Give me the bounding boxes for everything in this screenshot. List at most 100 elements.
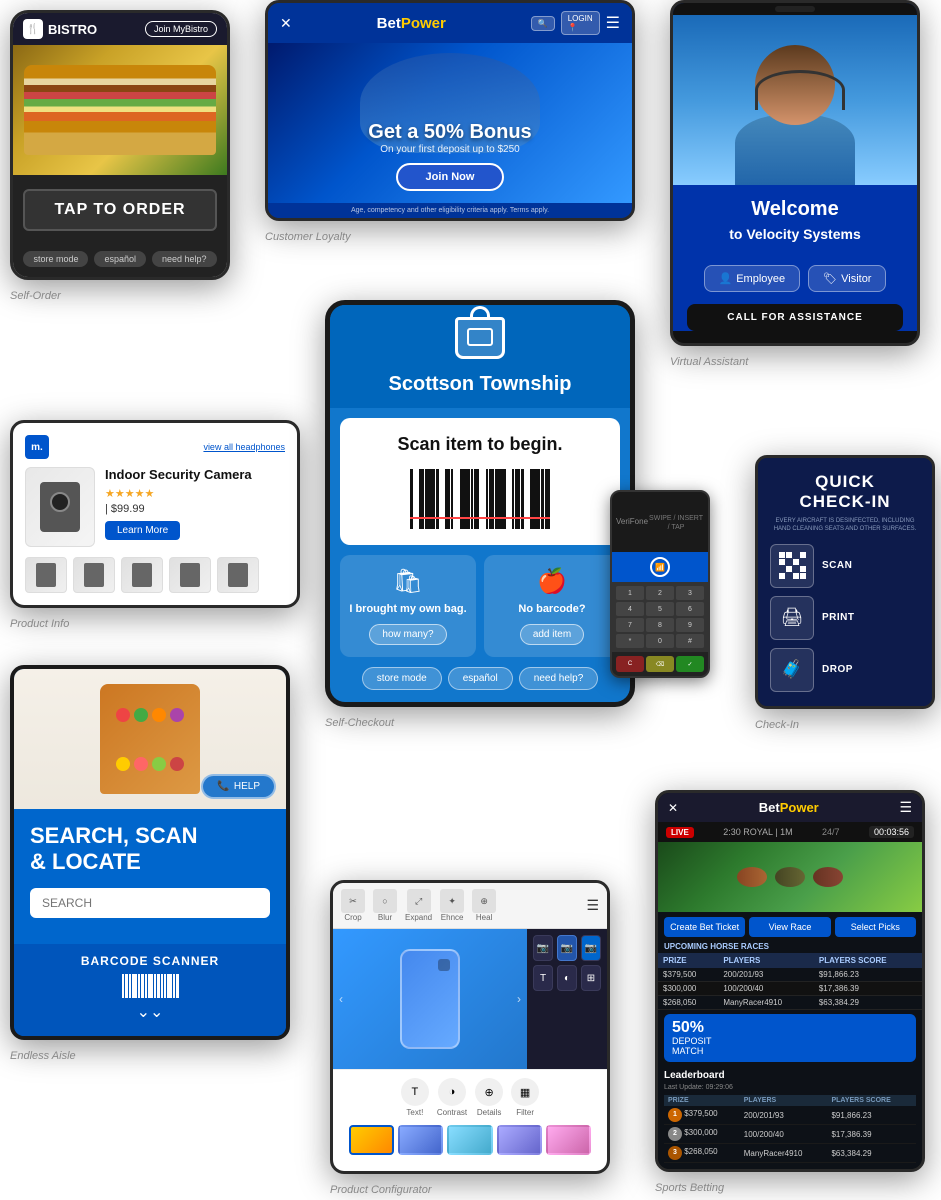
config-samples: [341, 1125, 599, 1163]
selforder-label: Self-Order: [10, 290, 61, 302]
thumbnail-3[interactable]: [121, 557, 163, 593]
prev-arrow[interactable]: ‹: [339, 992, 343, 1006]
employee-button[interactable]: 👤 Employee: [704, 265, 801, 292]
key-3[interactable]: 3: [676, 586, 704, 600]
sports-menu-icon[interactable]: ☰: [899, 799, 912, 816]
create-bet-button[interactable]: Create Bet Ticket: [664, 917, 745, 937]
sample-3[interactable]: [447, 1125, 492, 1155]
person-body: [735, 115, 855, 185]
menu-icon[interactable]: ☰: [606, 13, 620, 33]
clear-key[interactable]: ⌫: [646, 656, 674, 672]
betpower-hero: Get a 50% Bonus On your first deposit up…: [268, 43, 632, 203]
product-screen: m. view all headphones Indoor Security C…: [13, 423, 297, 605]
thumbnail-2[interactable]: [73, 557, 115, 593]
device-assistant: Welcome to Velocity Systems 👤 Employee 🏷…: [670, 0, 920, 346]
key-star[interactable]: *: [616, 634, 644, 648]
key-2[interactable]: 2: [646, 586, 674, 600]
sample-2[interactable]: [398, 1125, 443, 1155]
next-arrow[interactable]: ›: [517, 992, 521, 1006]
checkout-frame: Scottson Township Scan item to begin.: [325, 300, 635, 707]
help-button[interactable]: 📞 HELP: [201, 774, 276, 799]
sports-close-icon[interactable]: ✕: [668, 801, 678, 815]
how-many-button[interactable]: how many?: [369, 624, 446, 645]
photo-btn-3[interactable]: 📷: [581, 935, 601, 961]
need-help-button[interactable]: need help?: [152, 251, 217, 267]
thumbnail-4[interactable]: [169, 557, 211, 593]
key-8[interactable]: 8: [646, 618, 674, 632]
espanol-button[interactable]: español: [94, 251, 146, 267]
scan-icon-box[interactable]: [770, 544, 814, 588]
betpower-header: ✕ BetPower 🔍 LOGIN📍 ☰: [268, 3, 632, 43]
store-mode-button[interactable]: store mode: [23, 251, 88, 267]
key-4[interactable]: 4: [616, 602, 644, 616]
productinfo-label: Product Info: [10, 618, 69, 630]
config-screen: ✂ Crop ○ Blur ⤢ Expand ✦ Ehnce ⊕ Heal: [333, 883, 607, 1171]
expand-tool[interactable]: ⤢: [407, 889, 431, 913]
lb-score-2: $17,386.39: [827, 1125, 916, 1144]
aisle-blue-section: SEARCH, SCAN& LOCATE: [14, 809, 286, 944]
select-picks-button[interactable]: Select Picks: [835, 917, 916, 937]
cancel-key[interactable]: C: [616, 656, 644, 672]
tap-symbol: 📶: [650, 557, 670, 577]
race-info: 2:30 ROYAL | 1M: [723, 827, 792, 837]
photo-btn-2[interactable]: 📷: [557, 935, 577, 961]
thumbnail-5[interactable]: [217, 557, 259, 593]
photo-btn-4[interactable]: T: [533, 965, 553, 991]
filter-icon[interactable]: ▦: [511, 1078, 539, 1106]
photo-btn-6[interactable]: ⊞: [581, 965, 601, 991]
barcode-lines: [110, 974, 190, 998]
table-row: $379,500 200/201/93 $91,866.23: [658, 968, 922, 982]
search-input[interactable]: [30, 888, 270, 918]
key-6[interactable]: 6: [676, 602, 704, 616]
heal-tool[interactable]: ⊕: [472, 889, 496, 913]
need-help-button[interactable]: need help?: [519, 667, 599, 690]
product-stars: ★★★★★: [105, 487, 252, 500]
sample-1[interactable]: [349, 1125, 394, 1155]
leaderboard-row: 3 $268,050 ManyRacer4910 $63,384.29: [664, 1144, 916, 1163]
contrast-icon[interactable]: ◑: [438, 1078, 466, 1106]
sample-5[interactable]: [546, 1125, 591, 1155]
store-mode-button[interactable]: store mode: [362, 667, 442, 690]
leaderboard-row: 2 $300,000 100/200/40 $17,386.39: [664, 1125, 916, 1144]
device-checkout: Scottson Township Scan item to begin.: [325, 300, 635, 707]
contrast-label: Contrast: [437, 1108, 467, 1117]
view-race-button[interactable]: View Race: [749, 917, 830, 937]
learn-more-button[interactable]: Learn More: [105, 521, 180, 540]
photo-btn-5[interactable]: ◐: [557, 965, 577, 991]
tap-to-order-button[interactable]: TAP TO ORDER: [23, 189, 217, 231]
key-hash[interactable]: #: [676, 634, 704, 648]
call-assistance-button[interactable]: CALL FOR ASSISTANCE: [687, 304, 903, 331]
drop-icon-box[interactable]: 🧳: [770, 648, 814, 692]
key-7[interactable]: 7: [616, 618, 644, 632]
key-0[interactable]: 0: [646, 634, 674, 648]
text-icon[interactable]: T: [401, 1078, 429, 1106]
photo-btn-1[interactable]: 📷: [533, 935, 553, 961]
key-5[interactable]: 5: [646, 602, 674, 616]
espanol-button[interactable]: español: [448, 667, 513, 690]
config-bottom-tools: T Text! ◑ Contrast ⊕ Details ▦ Filter: [341, 1078, 599, 1117]
print-icon-box[interactable]: 🖨: [770, 596, 814, 640]
key-9[interactable]: 9: [676, 618, 704, 632]
view-all-link[interactable]: view all headphones: [203, 442, 285, 452]
enhance-tool[interactable]: ✦: [440, 889, 464, 913]
sample-4[interactable]: [497, 1125, 542, 1155]
betpower-close-icon[interactable]: ✕: [280, 15, 292, 32]
details-icon[interactable]: ⊕: [475, 1078, 503, 1106]
add-item-button[interactable]: add item: [520, 624, 584, 645]
assistant-role-buttons: 👤 Employee 🏷 Visitor: [673, 257, 917, 300]
checkin-subtitle: EVERY AIRCRAFT IS DESINFECTED, INCLUDING…: [770, 517, 920, 534]
crop-tool[interactable]: ✂: [341, 889, 365, 913]
thumb-cam-1: [36, 563, 56, 587]
enter-key[interactable]: ✓: [676, 656, 704, 672]
welcome-title: Welcome to Velocity Systems: [687, 197, 903, 245]
blur-tool[interactable]: ○: [373, 889, 397, 913]
key-1[interactable]: 1: [616, 586, 644, 600]
join-now-button[interactable]: Join Now: [396, 163, 505, 191]
config-menu-icon[interactable]: ☰: [586, 897, 599, 914]
login-button[interactable]: LOGIN📍: [561, 11, 600, 35]
join-mybistro-button[interactable]: Join MyBistro: [145, 21, 217, 37]
thumbnail-1[interactable]: [25, 557, 67, 593]
visitor-button[interactable]: 🏷 Visitor: [808, 265, 886, 292]
barcode-arrows: ⌄⌄: [30, 1002, 270, 1022]
search-icon[interactable]: 🔍: [531, 16, 555, 31]
